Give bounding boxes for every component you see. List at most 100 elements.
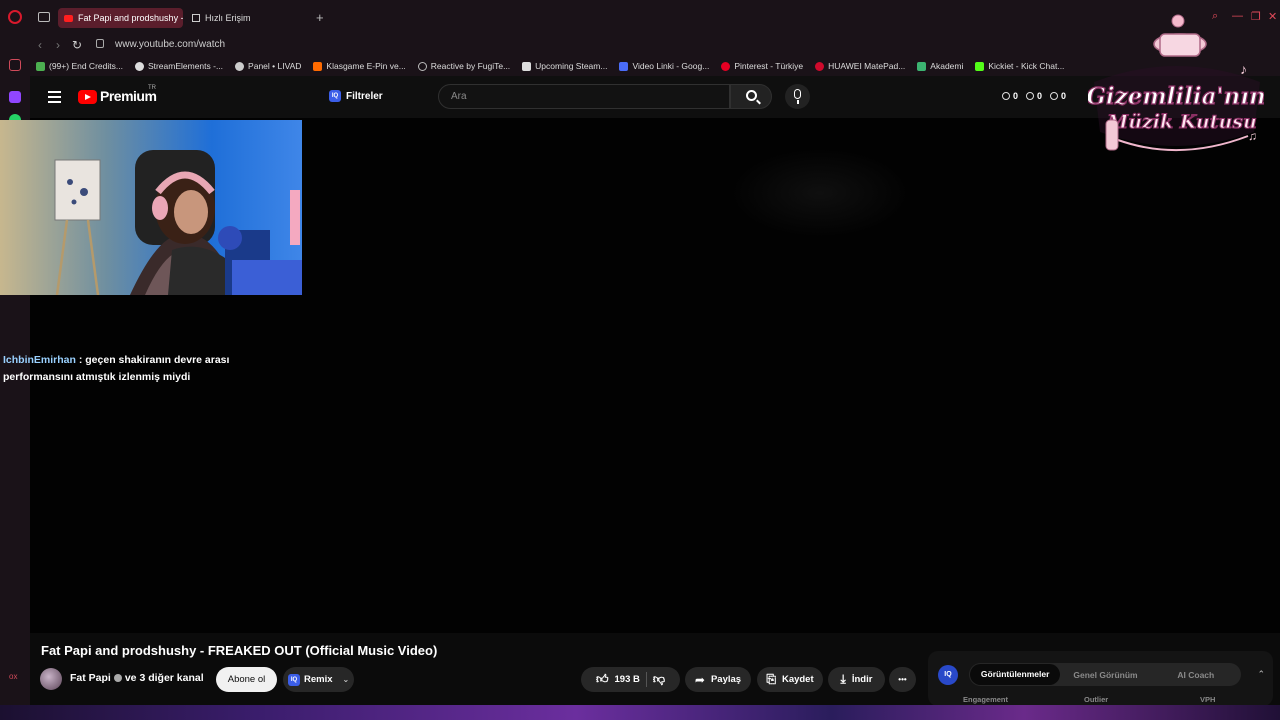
webcam-overlay bbox=[0, 120, 302, 295]
subscribe-button[interactable]: Abone ol bbox=[216, 667, 277, 692]
bookmark-icon bbox=[134, 61, 144, 71]
extension-icon[interactable]: ox bbox=[9, 672, 17, 684]
tab-views[interactable]: Görüntülenmeler bbox=[970, 664, 1061, 685]
bookmark-icon bbox=[619, 61, 629, 71]
logo-line2: Müzik Kutusu bbox=[1106, 111, 1257, 133]
share-button[interactable]: ➦ Paylaş bbox=[685, 667, 751, 692]
tab-overview[interactable]: Genel Görünüm bbox=[1060, 670, 1150, 680]
tab-label: Hızlı Erişim bbox=[205, 13, 251, 23]
bookmark-item[interactable]: Akademi bbox=[917, 61, 963, 71]
dislike-icon[interactable]: 👎︎ bbox=[653, 672, 665, 687]
taskbar-strip bbox=[0, 705, 1280, 720]
bookmark-icon bbox=[313, 61, 323, 71]
bookmark-icon bbox=[917, 61, 927, 71]
chat-username: IchbinEmirhan bbox=[3, 354, 76, 366]
bookmark-icon bbox=[522, 61, 532, 71]
reload-icon[interactable]: ↻ bbox=[72, 38, 82, 52]
bookmark-label: Reactive by FugiTe... bbox=[430, 61, 511, 71]
bookmark-icon bbox=[721, 61, 731, 71]
bookmark-icon: ⎘ bbox=[766, 672, 776, 686]
bookmark-item[interactable]: Upcoming Steam... bbox=[522, 61, 607, 71]
stat-item: 0 bbox=[1002, 91, 1018, 101]
save-label: Kaydet bbox=[781, 674, 814, 685]
menu-icon[interactable] bbox=[48, 91, 61, 103]
more-actions-button[interactable]: ••• bbox=[889, 667, 916, 692]
bookmark-label: Akademi bbox=[930, 61, 964, 71]
share-label: Paylaş bbox=[710, 674, 742, 685]
extension-stats: 0 0 0 bbox=[1002, 91, 1066, 101]
filters-button[interactable]: IQ Filtreler bbox=[329, 90, 383, 102]
bookmark-item[interactable]: Pinterest - Türkiye bbox=[721, 61, 803, 71]
bookmark-item[interactable]: (99+) End Credits... bbox=[36, 61, 123, 71]
lock-icon bbox=[96, 39, 104, 48]
voice-search-button[interactable] bbox=[785, 84, 810, 109]
search-button[interactable] bbox=[730, 84, 772, 109]
webcam-image bbox=[0, 120, 302, 295]
bookmark-item[interactable]: HUAWEI MatePad... bbox=[815, 61, 905, 71]
bookmark-item[interactable]: Panel • LIVAD bbox=[235, 61, 301, 71]
vidiq-panel: IQ Görüntülenmeler Genel Görünüm AI Coac… bbox=[928, 651, 1273, 706]
close-icon[interactable]: ✕ bbox=[1268, 10, 1277, 23]
bookmark-label: Video Linki - Goog... bbox=[632, 61, 710, 71]
tab-ai-coach[interactable]: AI Coach bbox=[1151, 670, 1241, 680]
url-field[interactable]: www.youtube.com/watch bbox=[115, 39, 225, 50]
tab-youtube[interactable]: Fat Papi and prodshushy - bbox=[58, 8, 183, 28]
bookmark-icon bbox=[417, 61, 427, 71]
engagement-header: Engagement bbox=[963, 695, 1009, 704]
bookmark-label: Pinterest - Türkiye bbox=[734, 61, 804, 71]
bookmark-label: StreamElements -... bbox=[147, 61, 224, 71]
opera-logo-icon[interactable] bbox=[8, 10, 22, 24]
bookmark-icon bbox=[235, 61, 245, 71]
svg-text:♪: ♪ bbox=[1240, 61, 1247, 77]
eye-icon bbox=[1050, 92, 1059, 100]
channel-avatar[interactable] bbox=[40, 668, 62, 690]
microphone-icon bbox=[794, 89, 801, 99]
logo-line1: Gizemlilia'nın bbox=[1088, 83, 1264, 110]
bookmark-icon bbox=[975, 61, 985, 71]
tab-label: Fat Papi and prodshushy - bbox=[78, 13, 183, 23]
verified-icon bbox=[113, 674, 122, 682]
bookmark-item[interactable]: Klasgame E-Pin ve... bbox=[313, 61, 406, 71]
stat-item: 0 bbox=[1050, 91, 1066, 101]
bookmark-item[interactable]: StreamElements -... bbox=[134, 61, 224, 71]
download-icon: ⤓ bbox=[840, 672, 846, 686]
channel-name[interactable]: Fat Papi ve 3 diğer kanal bbox=[70, 672, 204, 684]
new-tab-button[interactable]: + bbox=[316, 10, 324, 25]
bookmark-label: Klasgame E-Pin ve... bbox=[326, 61, 406, 71]
eye-icon bbox=[1026, 92, 1035, 100]
like-count[interactable]: 193 B bbox=[615, 674, 640, 685]
download-label: İndir bbox=[851, 674, 873, 685]
tab-manager-icon[interactable] bbox=[38, 12, 50, 22]
bookmark-item[interactable]: Video Linki - Goog... bbox=[619, 61, 709, 71]
remix-button[interactable]: IQ Remix ⌄ bbox=[283, 667, 354, 692]
like-icon[interactable]: 👍︎ bbox=[596, 672, 609, 687]
twitch-icon[interactable] bbox=[9, 91, 21, 103]
save-button[interactable]: ⎘ Kaydet bbox=[757, 667, 823, 692]
bookmark-label: (99+) End Credits... bbox=[49, 61, 123, 71]
channel-suffix: ve 3 diğer kanal bbox=[124, 672, 204, 684]
back-icon[interactable]: ‹ bbox=[38, 38, 42, 52]
share-icon: ➦ bbox=[694, 672, 705, 687]
messenger-icon[interactable] bbox=[9, 59, 21, 71]
search-input[interactable]: Ara bbox=[438, 84, 730, 109]
stat-item: 0 bbox=[1026, 91, 1042, 101]
bookmark-item[interactable]: Reactive by FugiTe... bbox=[417, 61, 511, 71]
vph-header: VPH bbox=[1200, 695, 1216, 704]
chat-message: IchbinEmirhan : geçen shakiranın devre a… bbox=[3, 352, 263, 386]
region-code: TR bbox=[148, 85, 156, 91]
download-button[interactable]: ⤓ İndir bbox=[828, 667, 885, 692]
chevron-up-icon[interactable]: ⌃ bbox=[1257, 669, 1265, 680]
channel-label: Fat Papi bbox=[70, 672, 111, 684]
forward-icon[interactable]: › bbox=[56, 38, 60, 52]
clock-icon bbox=[1002, 92, 1010, 100]
bookmark-icon bbox=[815, 61, 825, 71]
tab-quick-access[interactable]: Hızlı Erişim bbox=[186, 8, 312, 28]
video-title: Fat Papi and prodshushy - FREAKED OUT (O… bbox=[41, 643, 438, 658]
bookmark-item[interactable]: Kickiet - Kick Chat... bbox=[975, 61, 1064, 71]
iq-icon: IQ bbox=[329, 90, 341, 102]
grid-icon bbox=[192, 14, 200, 22]
youtube-logo-icon[interactable] bbox=[78, 90, 97, 104]
bookmark-label: Panel • LIVAD bbox=[248, 61, 302, 71]
video-frame bbox=[730, 148, 910, 238]
vidiq-logo-icon[interactable]: IQ bbox=[938, 665, 958, 685]
